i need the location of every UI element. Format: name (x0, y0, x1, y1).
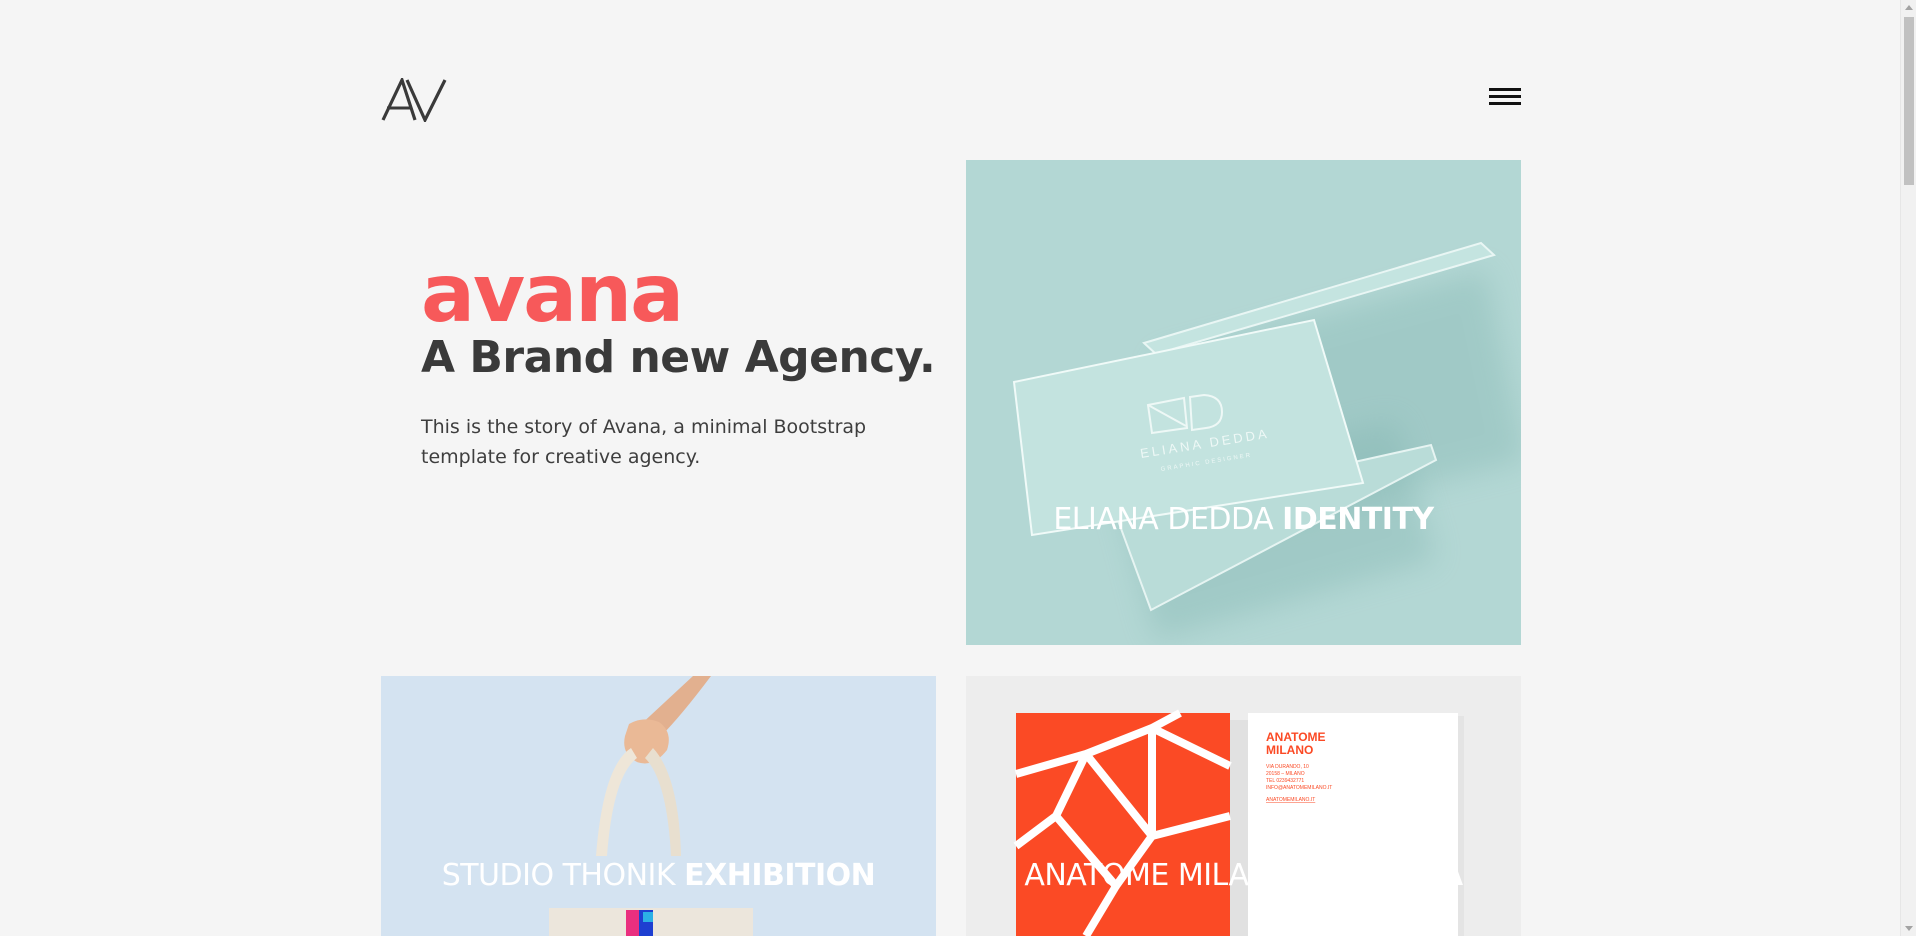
card-title: MILANO (1266, 743, 1313, 757)
card-address: TEL 0239432771 (1266, 778, 1304, 784)
menu-bar (1489, 102, 1521, 105)
project-tile-studio-thonik[interactable]: STUDIO THONIK EXHIBITION (381, 676, 936, 936)
project-caption: ANATOME MILANO GALLERIA (966, 858, 1521, 893)
tagline: A Brand new Agency. (421, 332, 936, 383)
menu-bar (1489, 88, 1521, 91)
card-address: VIA DURANDO, 10 (1266, 764, 1309, 770)
project-client: STUDIO THONIK (441, 858, 676, 893)
card-web: ANATOMEMILANO.IT (1266, 797, 1315, 803)
brand-name: avana (421, 247, 684, 340)
project-caption: STUDIO THONIK EXHIBITION (381, 858, 936, 893)
scroll-up-arrow-icon[interactable] (1905, 5, 1913, 10)
project-type: EXHIBITION (684, 858, 876, 893)
tote-bag-image (549, 676, 753, 936)
project-type: GALLERIA (1302, 858, 1464, 893)
scroll-thumb[interactable] (1904, 17, 1914, 185)
project-type: IDENTITY (1282, 502, 1434, 537)
hamburger-menu-icon[interactable] (1489, 88, 1521, 108)
project-caption: ELIANA DEDDA IDENTITY (966, 502, 1521, 537)
stationery-image: ANATOME MILANO VIA DURANDO, 10 20158 – M… (1013, 709, 1464, 936)
menu-bar (1489, 95, 1521, 98)
logo[interactable] (381, 78, 447, 122)
business-cards-image: ELIANA DEDDA GRAPHIC DESIGNER (1012, 241, 1521, 640)
card-title: ANATOME (1266, 730, 1326, 744)
scroll-down-arrow-icon[interactable] (1905, 926, 1913, 931)
project-client: ANATOME MILANO (1024, 858, 1294, 893)
page-scrollbar[interactable] (1900, 0, 1916, 936)
intro-section: avana A Brand new Agency. This is the st… (421, 250, 961, 472)
project-client: ELIANA DEDDA (1053, 502, 1274, 537)
intro-description: This is the story of Avana, a minimal Bo… (421, 416, 867, 468)
card-address: 20158 – MILANO (1266, 771, 1305, 777)
card-address: INFO@ANATOMEMILANO.IT (1266, 785, 1332, 791)
project-tile-eliana-dedda[interactable]: ELIANA DEDDA GRAPHIC DESIGNER ELIANA DED… (966, 160, 1521, 645)
logo-mark (381, 78, 447, 122)
project-tile-anatome-milano[interactable]: ANATOME MILANO VIA DURANDO, 10 20158 – M… (966, 676, 1521, 936)
